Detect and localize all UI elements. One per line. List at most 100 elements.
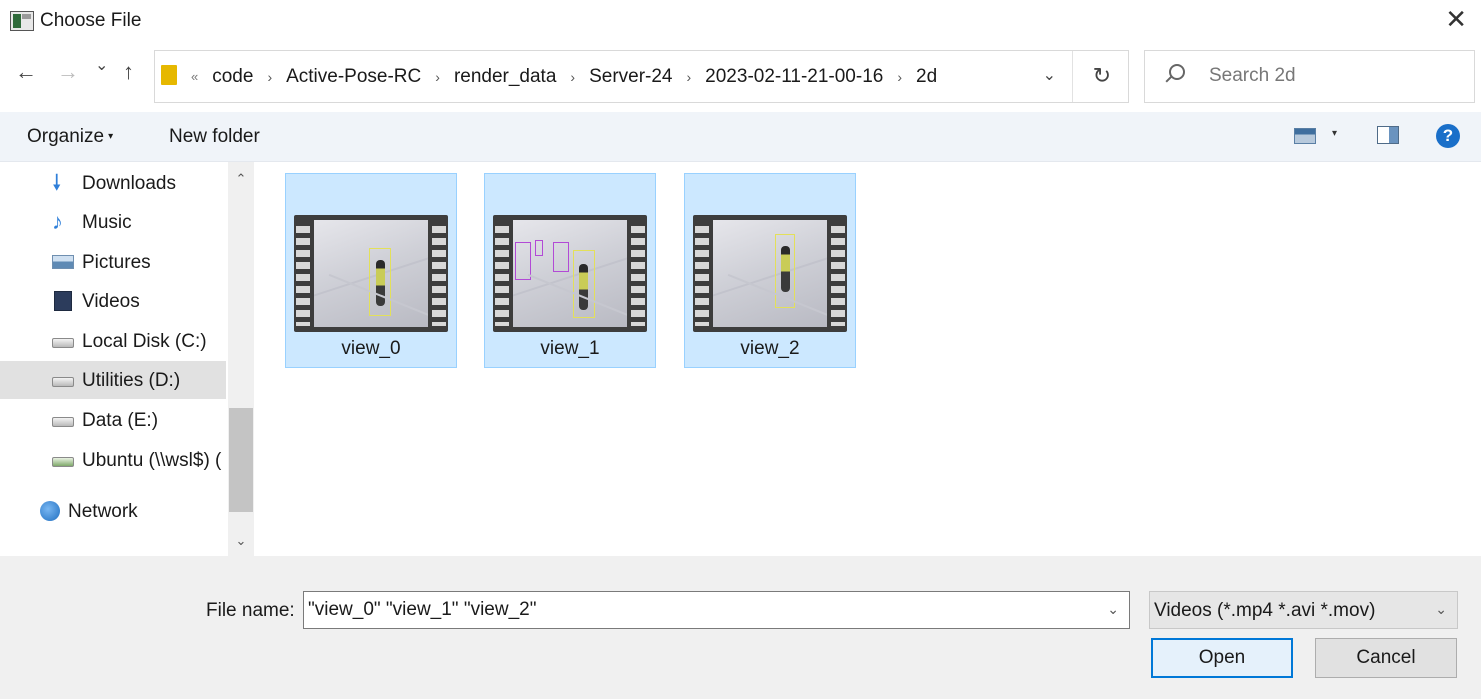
breadcrumb-server-24[interactable]: Server-24 bbox=[589, 66, 672, 88]
video-thumbnail bbox=[314, 220, 428, 327]
search-icon bbox=[1169, 64, 1185, 80]
sidebar-item-label: Local Disk (C:) bbox=[82, 331, 207, 352]
view-options-caret-icon[interactable]: ▾ bbox=[1332, 128, 1337, 139]
sidebar-scrollbar[interactable]: ⌃ ⌄ bbox=[228, 162, 254, 556]
video-file-icon bbox=[693, 215, 847, 332]
video-thumbnail bbox=[713, 220, 827, 327]
breadcrumb-separator-icon[interactable]: › bbox=[897, 69, 902, 85]
navigation-pane: 🠗 Downloads ♪ Music Pictures Videos Loca… bbox=[0, 162, 255, 556]
close-icon[interactable]: ✕ bbox=[1445, 6, 1467, 32]
breadcrumb-date-folder[interactable]: 2023-02-11-21-00-16 bbox=[705, 66, 883, 88]
sidebar-item-pictures[interactable]: Pictures bbox=[0, 243, 226, 281]
chevron-down-icon: ⌄ bbox=[1435, 601, 1447, 617]
film-perforation bbox=[296, 221, 310, 326]
film-perforation bbox=[495, 221, 509, 326]
bounding-box bbox=[515, 242, 531, 280]
sidebar-item-downloads[interactable]: 🠗 Downloads bbox=[0, 164, 226, 202]
videos-icon bbox=[54, 291, 72, 311]
file-item-view-0[interactable]: view_0 bbox=[285, 173, 457, 368]
path-overflow-icon[interactable]: « bbox=[191, 69, 198, 84]
breadcrumb-code[interactable]: code bbox=[212, 66, 253, 88]
bounding-box bbox=[553, 242, 569, 272]
sidebar-item-music[interactable]: ♪ Music bbox=[0, 203, 226, 241]
breadcrumb-render-data[interactable]: render_data bbox=[454, 66, 556, 88]
film-perforation bbox=[831, 221, 845, 326]
preview-pane-icon[interactable] bbox=[1377, 126, 1399, 144]
sidebar-item-ubuntu-wsl[interactable]: Ubuntu (\\wsl$) ( bbox=[0, 441, 226, 479]
forward-icon[interactable]: → bbox=[57, 61, 79, 83]
breadcrumb-active-pose-rc[interactable]: Active-Pose-RC bbox=[286, 66, 421, 88]
sidebar-item-label: Downloads bbox=[82, 173, 176, 194]
search-input[interactable] bbox=[1209, 63, 1459, 89]
caret-down-icon: ▾ bbox=[108, 131, 114, 142]
breadcrumb-2d[interactable]: 2d bbox=[916, 66, 937, 88]
cancel-button[interactable]: Cancel bbox=[1315, 638, 1457, 678]
window-title: Choose File bbox=[40, 10, 142, 31]
scroll-down-icon[interactable]: ⌄ bbox=[228, 528, 254, 554]
breadcrumb-separator-icon[interactable]: › bbox=[687, 69, 692, 85]
drive-icon bbox=[52, 417, 74, 427]
file-type-value: Videos (*.mp4 *.avi *.mov) bbox=[1154, 600, 1376, 621]
sidebar-item-label: Music bbox=[82, 212, 132, 233]
download-arrow-icon: 🠗 bbox=[52, 170, 62, 195]
dialog-footer: File name: ⌄ Videos (*.mp4 *.avi *.mov) … bbox=[0, 556, 1481, 699]
sidebar-item-network[interactable]: Network bbox=[0, 492, 226, 530]
sidebar-item-local-disk-c[interactable]: Local Disk (C:) bbox=[0, 322, 226, 360]
person-figure bbox=[579, 264, 588, 310]
file-name-combobox[interactable]: ⌄ bbox=[303, 591, 1130, 629]
film-perforation bbox=[432, 221, 446, 326]
network-icon bbox=[40, 501, 60, 521]
network-drive-icon bbox=[52, 457, 74, 467]
organize-label: Organize bbox=[27, 126, 105, 147]
file-item-view-1[interactable]: view_1 bbox=[484, 173, 656, 368]
breadcrumb: « code › Active-Pose-RC › render_data › … bbox=[191, 51, 937, 102]
file-item-view-2[interactable]: view_2 bbox=[684, 173, 856, 368]
sidebar-item-label: Utilities (D:) bbox=[82, 370, 181, 391]
sidebar-item-utilities-d[interactable]: Utilities (D:) bbox=[0, 361, 226, 399]
command-toolbar: Organize ▾ New folder ▾ ? bbox=[0, 112, 1481, 162]
breadcrumb-separator-icon[interactable]: › bbox=[570, 69, 575, 85]
recent-locations-icon[interactable]: ⌄ bbox=[95, 58, 108, 74]
sidebar-item-label: Data (E:) bbox=[82, 410, 159, 431]
change-view-icon[interactable] bbox=[1294, 128, 1316, 144]
file-list[interactable]: view_0 view_1 view_2 bbox=[257, 162, 1481, 556]
video-file-icon bbox=[294, 215, 448, 332]
back-icon[interactable]: ← bbox=[15, 61, 37, 83]
sidebar-item-label: Ubuntu (\\wsl$) ( bbox=[82, 450, 222, 471]
new-folder-button[interactable]: New folder bbox=[169, 126, 260, 148]
address-bar[interactable]: « code › Active-Pose-RC › render_data › … bbox=[154, 50, 1129, 103]
sidebar-item-label: Pictures bbox=[82, 252, 151, 273]
file-type-select[interactable]: Videos (*.mp4 *.avi *.mov) ⌄ bbox=[1149, 591, 1458, 629]
file-name-label: view_2 bbox=[740, 338, 800, 359]
breadcrumb-separator-icon[interactable]: › bbox=[267, 69, 272, 85]
folder-icon bbox=[161, 65, 177, 85]
file-name-field[interactable] bbox=[308, 597, 1098, 623]
chevron-down-icon[interactable]: ⌄ bbox=[1107, 601, 1119, 618]
file-name-label: File name: bbox=[206, 600, 295, 621]
address-divider bbox=[1072, 51, 1073, 102]
sidebar-item-data-e[interactable]: Data (E:) bbox=[0, 401, 226, 439]
person-figure bbox=[376, 260, 385, 306]
file-name-label: view_1 bbox=[540, 338, 600, 359]
drive-icon bbox=[52, 338, 74, 348]
search-box[interactable] bbox=[1144, 50, 1475, 103]
file-name-label: view_0 bbox=[341, 338, 401, 359]
sidebar-item-videos[interactable]: Videos bbox=[0, 282, 226, 320]
scroll-up-icon[interactable]: ⌃ bbox=[228, 166, 254, 192]
title-bar: Choose File ✕ bbox=[0, 0, 1481, 42]
up-folder-icon[interactable]: ↑ bbox=[123, 61, 134, 83]
refresh-icon[interactable]: ↻ bbox=[1093, 63, 1111, 89]
address-dropdown-icon[interactable]: ⌄ bbox=[1043, 65, 1056, 85]
sidebar-item-label: Network bbox=[68, 501, 138, 522]
open-button[interactable]: Open bbox=[1151, 638, 1293, 678]
sidebar-item-label: Videos bbox=[82, 291, 140, 312]
scroll-thumb[interactable] bbox=[229, 408, 253, 512]
app-icon bbox=[10, 11, 34, 31]
person-figure bbox=[781, 246, 790, 292]
video-file-icon bbox=[493, 215, 647, 332]
drive-icon bbox=[52, 377, 74, 387]
film-perforation bbox=[631, 221, 645, 326]
breadcrumb-separator-icon[interactable]: › bbox=[435, 69, 440, 85]
organize-menu[interactable]: Organize ▾ bbox=[27, 126, 113, 148]
help-icon[interactable]: ? bbox=[1436, 124, 1460, 148]
